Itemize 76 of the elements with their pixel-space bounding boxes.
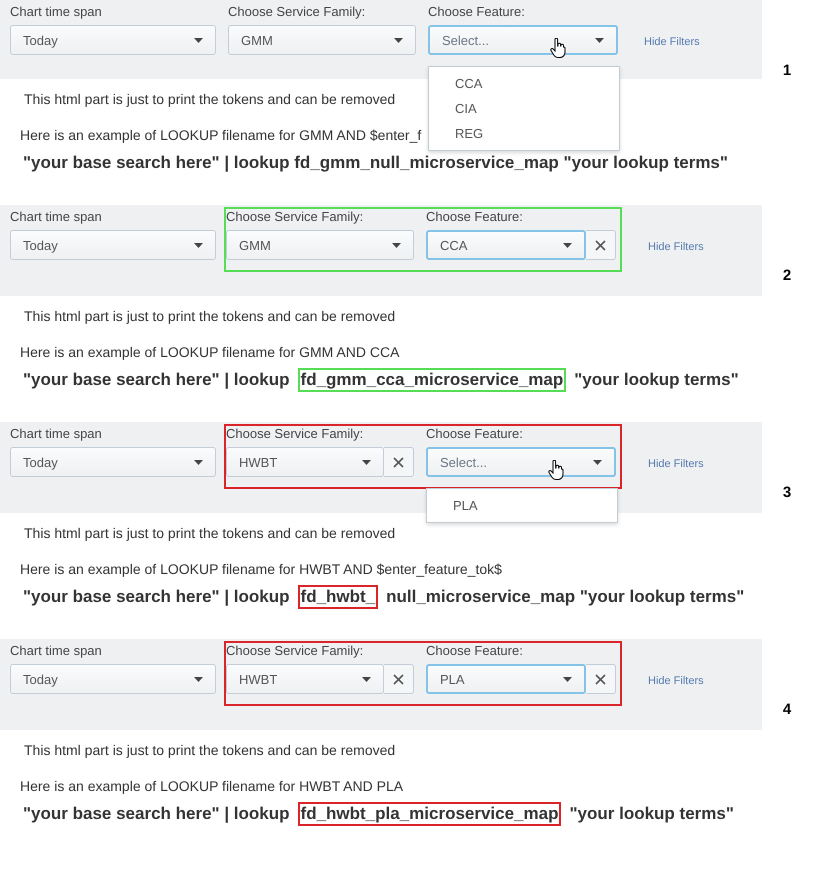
field-label: Chart time span <box>10 643 103 658</box>
hide-filters-link[interactable]: Hide Filters <box>648 241 704 253</box>
caret-icon <box>563 242 572 248</box>
hide-filters-link[interactable]: Hide Filters <box>644 36 700 48</box>
dropdown-select[interactable]: Today <box>10 25 216 55</box>
example-text: Here is an example of LOOKUP filename for GMM AND CCA <box>20 344 400 360</box>
highlighted-term: fd_hwbt_pla_microservice_map <box>298 802 562 826</box>
dropdown-select[interactable]: GMM <box>226 230 414 260</box>
dropdown-select[interactable]: CCA <box>426 230 586 260</box>
query-text: null_microservice_map "your lookup terms" <box>385 586 746 608</box>
query-text: "your lookup terms" <box>568 803 735 825</box>
close-icon <box>595 674 606 684</box>
dropdown-select[interactable]: Today <box>10 230 216 260</box>
clear-button[interactable] <box>586 230 616 260</box>
info-text: This html part is just to print the tokens and can be removed <box>23 742 396 758</box>
panel-number: 1 <box>782 61 792 79</box>
panel-number: 2 <box>782 266 792 284</box>
dropdown-select[interactable]: PLA <box>426 664 586 694</box>
field-label: Choose Feature: <box>426 426 524 441</box>
dropdown-select[interactable]: Select... <box>426 447 616 477</box>
dropdown-option[interactable]: REG <box>429 121 619 146</box>
example-text: Here is an example of LOOKUP filename for GMM AND $enter_f <box>20 127 422 143</box>
caret-icon <box>593 460 602 464</box>
panel-number: 3 <box>782 483 792 501</box>
close-icon <box>393 674 404 684</box>
dropdown-select[interactable]: Today <box>10 447 216 477</box>
info-text: This html part is just to print the tokens and can be removed <box>23 308 396 324</box>
field-label: Chart time span <box>10 426 103 441</box>
query-text: "your lookup terms" <box>573 369 740 391</box>
example-text: Here is an example of LOOKUP filename for HWBT AND $enter_feature_tok$ <box>20 561 502 577</box>
field-label: Chart time span <box>10 4 103 19</box>
query-text: "your base search here" | lookup <box>22 586 291 608</box>
field-label: Choose Feature: <box>428 4 526 19</box>
query-text: "your base search here" | lookup fd_gmm_null_microservice_map "your lookup terms" <box>22 152 729 174</box>
caret-icon <box>194 460 203 464</box>
dropdown-select[interactable]: Select... <box>428 25 618 55</box>
query-text: "your base search here" | lookup <box>22 369 291 391</box>
clear-button[interactable] <box>384 447 414 477</box>
dropdown-select[interactable]: HWBT <box>226 664 384 694</box>
hide-filters-link[interactable]: Hide Filters <box>648 458 704 470</box>
field-label: Choose Service Family: <box>228 4 366 19</box>
close-icon <box>595 240 606 250</box>
caret-icon <box>595 38 604 42</box>
caret-icon <box>194 676 203 682</box>
dropdown-option[interactable]: CIA <box>429 96 619 121</box>
caret-icon <box>194 38 203 42</box>
clear-button[interactable] <box>586 664 616 694</box>
info-text: This html part is just to print the tokens and can be removed <box>23 91 396 107</box>
caret-icon <box>362 460 371 464</box>
dropdown-option[interactable]: PLA <box>427 493 617 518</box>
caret-icon <box>194 242 203 248</box>
hand-cursor-icon <box>550 38 566 58</box>
hand-cursor-icon <box>548 460 564 480</box>
caret-icon <box>394 38 403 42</box>
field-label: Choose Service Family: <box>226 209 364 224</box>
caret-icon <box>362 676 371 682</box>
dropdown-select[interactable]: GMM <box>228 25 416 55</box>
dropdown-option[interactable]: CCA <box>429 71 619 96</box>
field-label: Choose Service Family: <box>226 426 364 441</box>
field-label: Choose Feature: <box>426 643 524 658</box>
field-label: Choose Service Family: <box>226 643 364 658</box>
dropdown-select[interactable]: Today <box>10 664 216 694</box>
info-text: This html part is just to print the tokens and can be removed <box>23 525 396 541</box>
caret-icon <box>563 676 572 682</box>
clear-button[interactable] <box>384 664 414 694</box>
panel-number: 4 <box>782 700 792 718</box>
example-text: Here is an example of LOOKUP filename for HWBT AND PLA <box>20 778 404 794</box>
highlighted-term: fd_gmm_cca_microservice_map <box>298 368 566 392</box>
highlighted-term: fd_hwbt_ <box>298 585 378 609</box>
hide-filters-link[interactable]: Hide Filters <box>648 675 704 687</box>
field-label: Chart time span <box>10 209 103 224</box>
dropdown-select[interactable]: HWBT <box>226 447 384 477</box>
field-label: Choose Feature: <box>426 209 524 224</box>
query-text: "your base search here" | lookup <box>22 803 291 825</box>
caret-icon <box>392 242 401 248</box>
close-icon <box>393 456 404 468</box>
